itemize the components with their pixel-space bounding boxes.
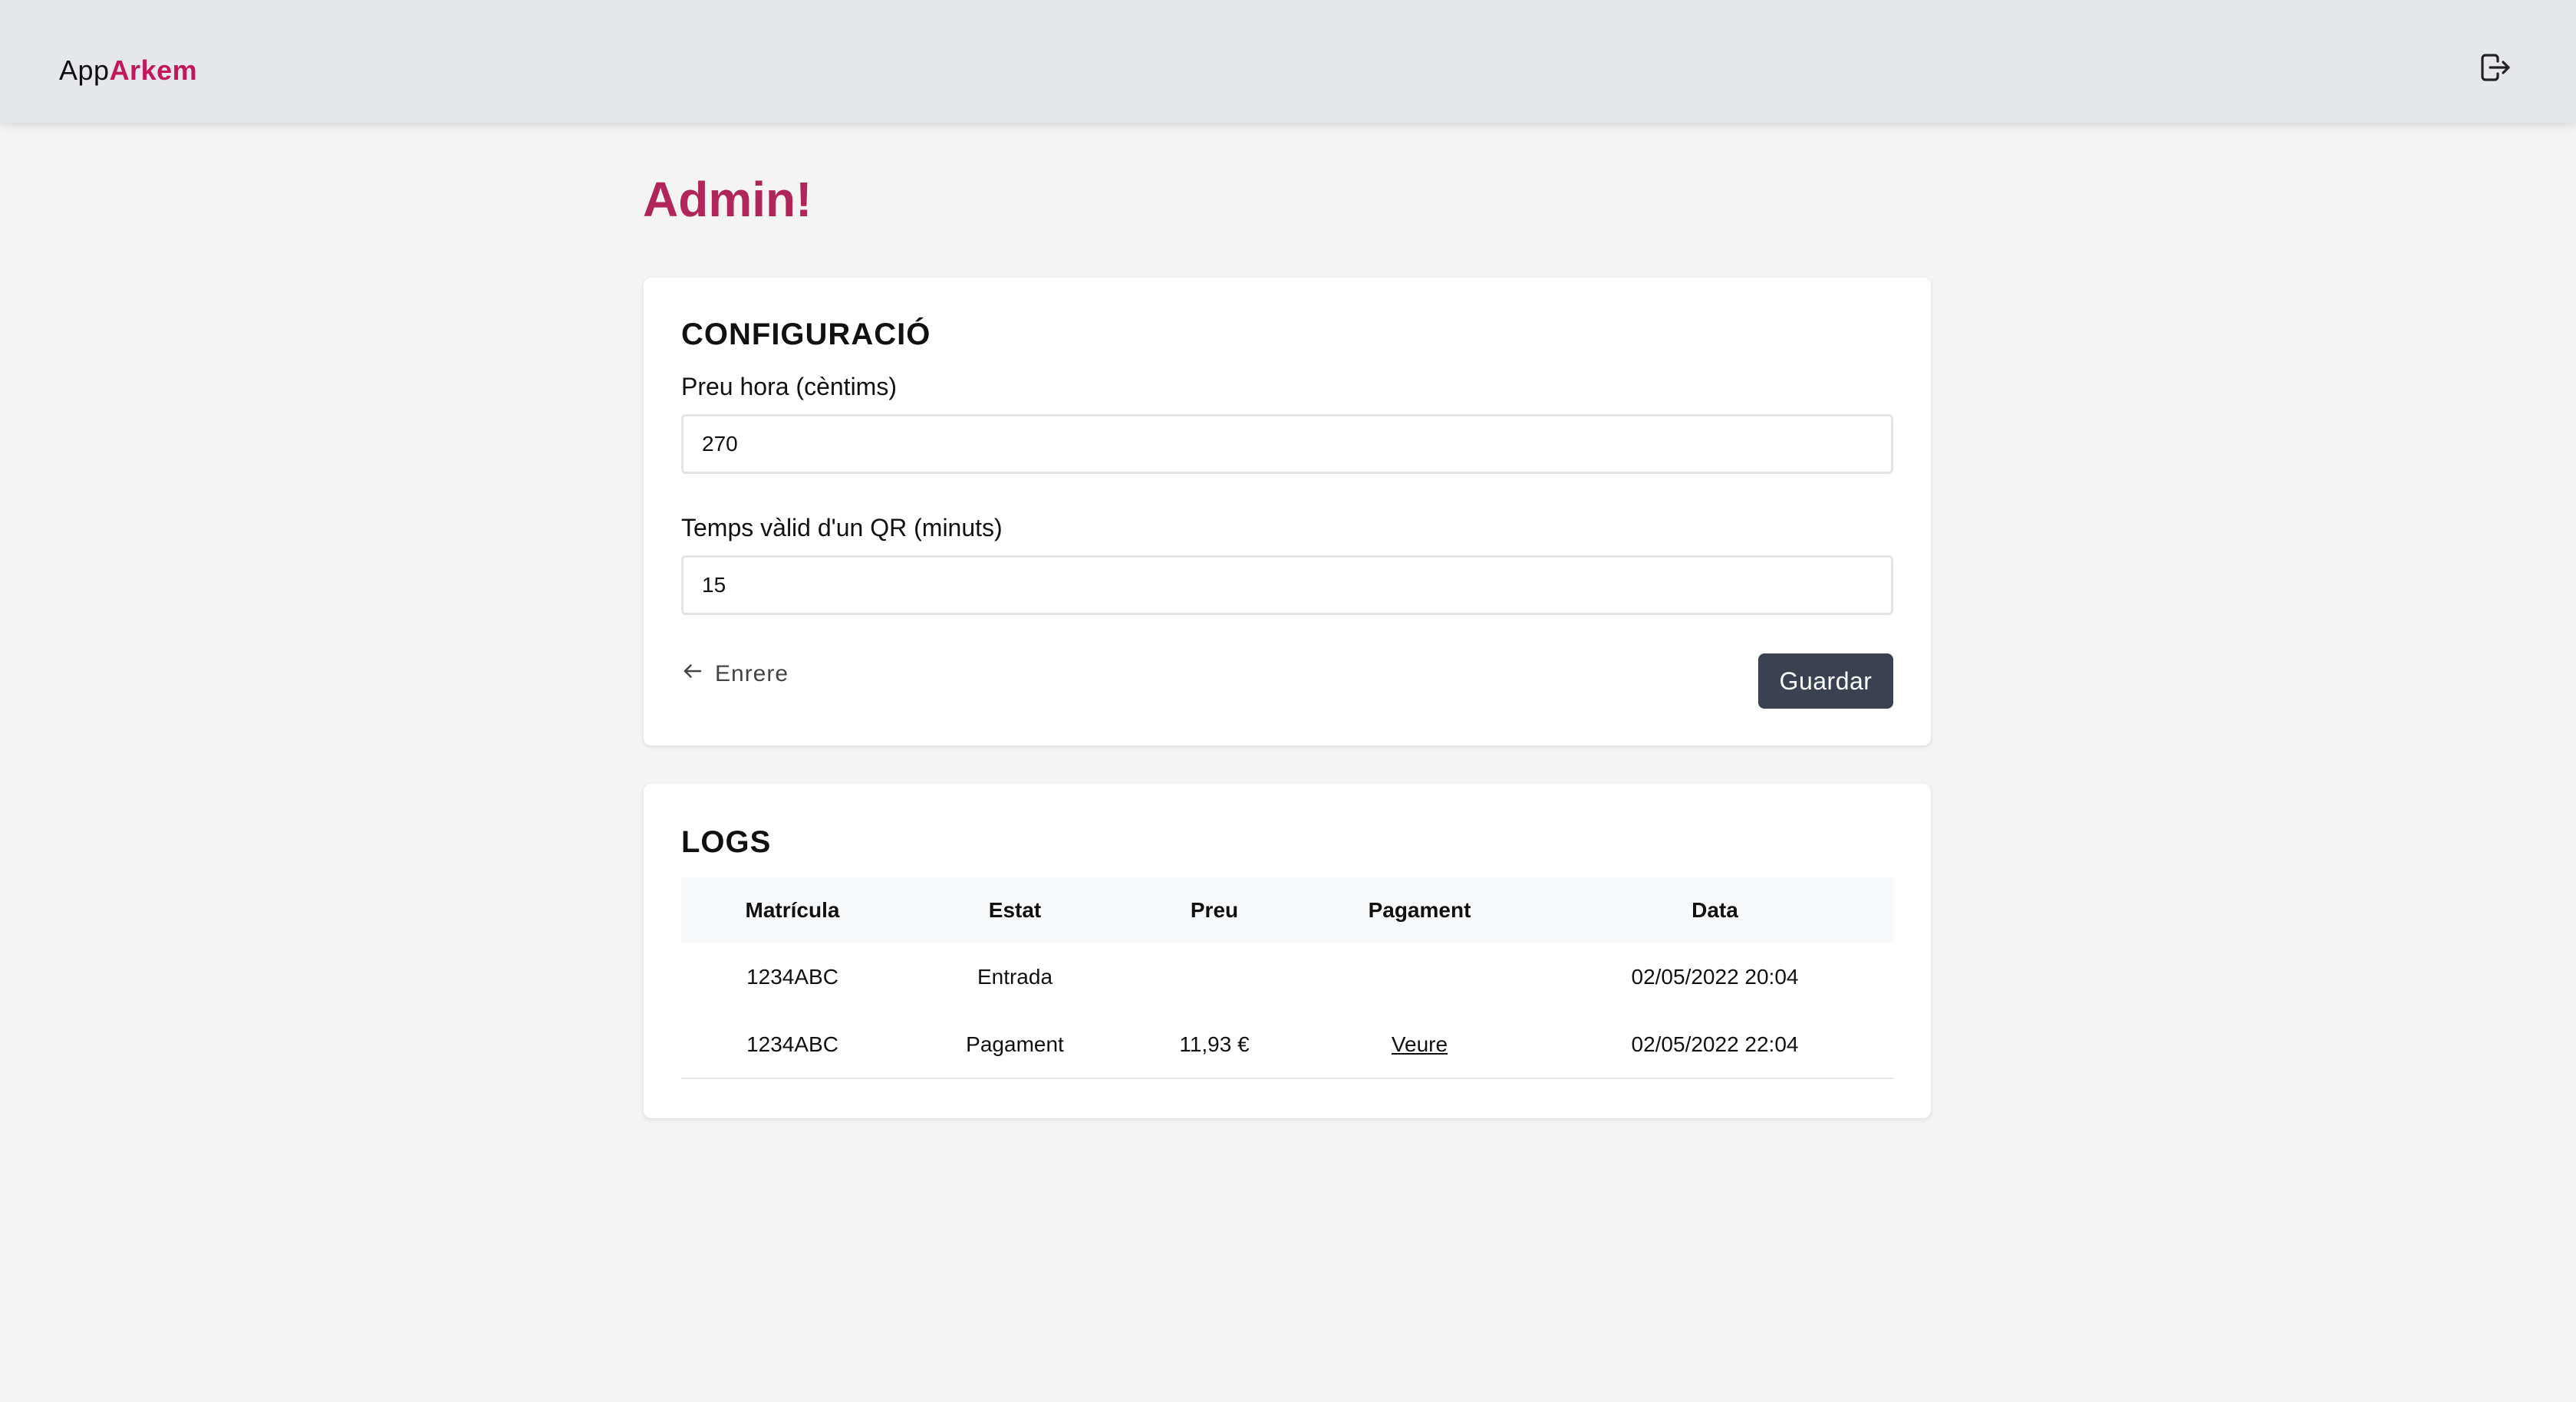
cell-price: 11,93 € <box>1126 1011 1303 1079</box>
config-card: CONFIGURACIÓ Preu hora (cèntims) Temps v… <box>644 278 1931 745</box>
table-header-row: Matrícula Estat Preu Pagament Data <box>681 877 1893 943</box>
column-header-status: Estat <box>988 898 1042 922</box>
logout-icon[interactable] <box>2476 49 2513 86</box>
top-navbar: AppArkem <box>0 0 2576 123</box>
back-link[interactable]: Enrere <box>681 660 789 689</box>
cell-payment <box>1303 943 1537 1011</box>
logs-title: LOGS <box>681 825 772 859</box>
cell-price <box>1126 943 1303 1011</box>
cell-plate: 1234ABC <box>746 965 838 989</box>
column-header-plate: Matrícula <box>745 898 840 922</box>
column-header-price: Preu <box>1190 898 1239 922</box>
app-logo[interactable]: AppArkem <box>59 54 197 87</box>
brand-app-text: App <box>59 54 110 86</box>
logs-table: Matrícula Estat Preu Pagament Data 1234A… <box>681 877 1893 1079</box>
brand-name-text: Arkem <box>109 54 198 86</box>
column-header-payment: Pagament <box>1368 898 1471 922</box>
cell-payment: Veure <box>1303 1011 1537 1079</box>
column-header-date: Data <box>1692 898 1738 922</box>
qr-valid-time-label: Temps vàlid d'un QR (minuts) <box>681 514 1003 541</box>
save-button[interactable]: Guardar <box>1758 653 1893 709</box>
back-label: Enrere <box>715 661 789 686</box>
price-per-hour-label: Preu hora (cèntims) <box>681 373 897 400</box>
logs-card: LOGS Matrícula Estat Preu Pagament Data … <box>644 784 1931 1118</box>
table-row: 1234ABC Entrada 02/05/2022 20:04 <box>681 943 1893 1011</box>
view-payment-link[interactable]: Veure <box>1392 1032 1448 1056</box>
page-title: Admin! <box>643 172 812 227</box>
cell-status: Entrada <box>977 965 1053 989</box>
config-title: CONFIGURACIÓ <box>681 318 931 351</box>
cell-date: 02/05/2022 20:04 <box>1631 965 1799 989</box>
table-row: 1234ABC Pagament 11,93 € Veure 02/05/202… <box>681 1011 1893 1079</box>
cell-plate: 1234ABC <box>681 1011 904 1079</box>
cell-status: Pagament <box>904 1011 1126 1079</box>
cell-date: 02/05/2022 22:04 <box>1537 1011 1893 1079</box>
price-per-hour-input[interactable] <box>681 414 1893 474</box>
qr-valid-time-input[interactable] <box>681 555 1893 615</box>
arrow-left-icon <box>681 660 704 689</box>
